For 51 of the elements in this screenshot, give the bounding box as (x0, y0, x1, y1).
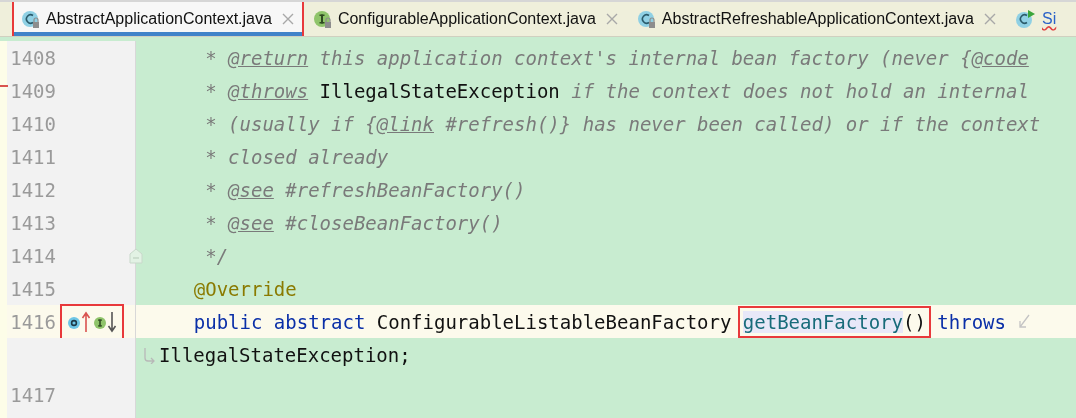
doc-tag: @see (228, 211, 274, 234)
line-number: 1410 (9, 112, 56, 135)
implemented-method-icon[interactable] (92, 309, 118, 334)
close-icon[interactable] (281, 13, 294, 25)
line-number: 1411 (9, 145, 56, 168)
line-number: 1417 (9, 383, 56, 406)
doc-comment: * (204, 211, 218, 234)
line-number: 1409 (9, 79, 56, 102)
line-number: 1414 (9, 244, 56, 267)
annotation: @Override (192, 277, 297, 300)
keyword: throws (936, 310, 1006, 333)
doc-tag: @return (228, 46, 309, 69)
line-number: 1408 (9, 46, 56, 69)
doc-comment: if the context does not hold an internal (570, 79, 1029, 102)
doc-comment: */ (204, 244, 229, 267)
fold-marker-icon[interactable] (129, 248, 143, 264)
overriding-method-icon[interactable] (66, 309, 92, 334)
file-tab[interactable]: Si (1008, 2, 1065, 36)
doc-comment: this application context's internal bean factory (never { (318, 46, 972, 69)
deleted-lines-marker (0, 85, 8, 87)
doc-comment: * (204, 46, 218, 69)
doc-comment: * (usually if { (204, 112, 377, 135)
file-tab[interactable]: ConfigurableApplicationContext.java (305, 2, 626, 36)
doc-tag: @link (376, 112, 434, 135)
class-icon (635, 9, 656, 29)
line-number: 1416 (9, 310, 56, 333)
doc-tag: @see (228, 178, 274, 201)
file-tab[interactable]: AbstractApplicationContext.java (14, 2, 302, 36)
interface-icon (311, 9, 332, 29)
file-tab[interactable]: AbstractRefreshableApplicationContext.java (629, 2, 1004, 36)
doc-comment: #refreshBeanFactory() (284, 178, 526, 201)
runnable-class-icon (1014, 9, 1036, 29)
doc-reference: IllegalStateException (318, 79, 560, 102)
parentheses: () (903, 310, 926, 333)
keyword: public abstract (192, 310, 367, 333)
doc-comment: * closed already (204, 145, 389, 168)
doc-comment: * (204, 79, 218, 102)
doc-tag: @throws (228, 79, 309, 102)
code-text: IllegalStateException; (159, 343, 411, 366)
line-number: 1412 (9, 178, 56, 201)
close-icon[interactable] (984, 13, 996, 25)
line-number: 1415 (9, 277, 56, 300)
doc-comment: #refresh()} has never been called) or if the context (444, 112, 1041, 135)
doc-comment: #closeBeanFactory() (284, 211, 503, 234)
close-icon[interactable] (605, 13, 618, 25)
doc-tag: @code (971, 46, 1029, 69)
doc-comment: * (204, 178, 218, 201)
code-text: ConfigurableListableBeanFactory (376, 310, 733, 333)
class-icon (20, 9, 40, 29)
method-name: getBeanFactory (742, 310, 903, 333)
line-number: 1413 (9, 211, 56, 234)
